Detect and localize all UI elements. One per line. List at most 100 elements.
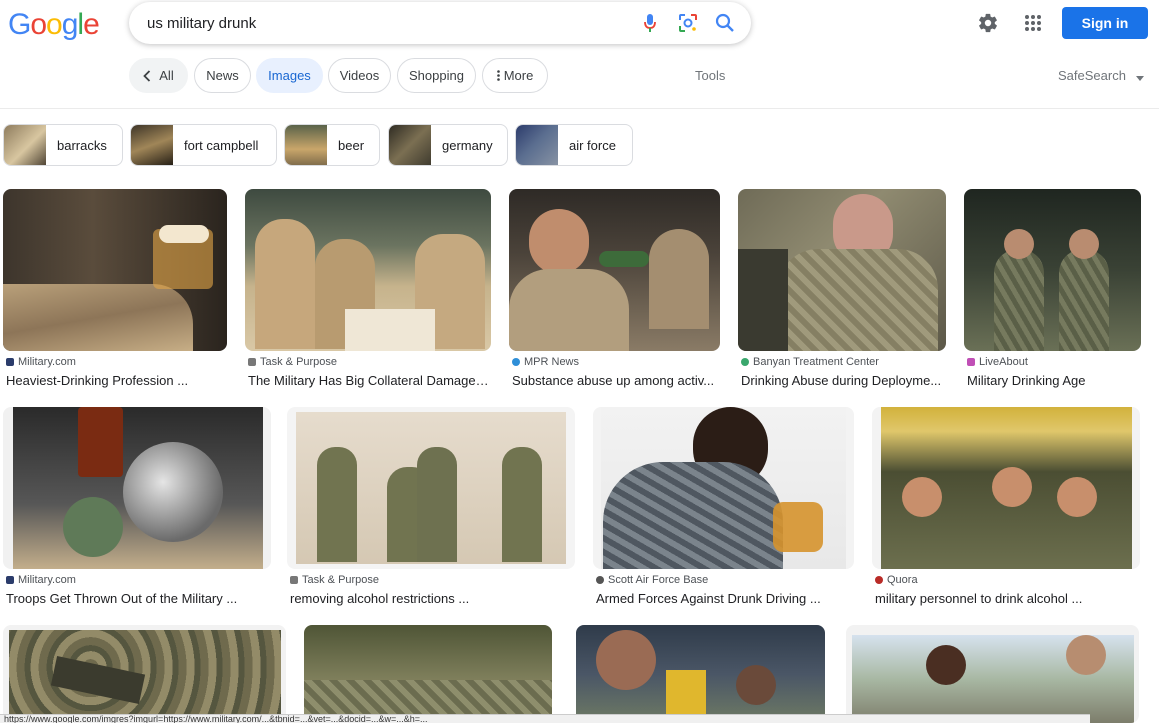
chip-air-force[interactable]: air force bbox=[515, 124, 633, 166]
chip-thumbnail bbox=[389, 125, 431, 165]
site-favicon-icon bbox=[596, 576, 604, 584]
sign-in-button[interactable]: Sign in bbox=[1062, 7, 1148, 39]
result-title: Armed Forces Against Drunk Driving ... bbox=[596, 591, 821, 606]
result-thumbnail bbox=[3, 407, 271, 569]
tab-news[interactable]: News bbox=[194, 58, 251, 93]
result-source: Task & Purpose bbox=[290, 574, 379, 586]
chip-label: air force bbox=[569, 137, 616, 153]
result-thumbnail bbox=[3, 625, 286, 723]
result-thumbnail bbox=[304, 625, 552, 723]
safesearch-label: SafeSearch bbox=[1058, 68, 1126, 83]
tab-all[interactable]: All bbox=[129, 58, 188, 93]
result-thumbnail bbox=[245, 189, 491, 351]
result-source: LiveAbout bbox=[967, 356, 1028, 368]
image-result[interactable] bbox=[846, 625, 1139, 723]
site-favicon-icon bbox=[290, 576, 298, 584]
mic-icon[interactable] bbox=[639, 12, 661, 34]
result-source: MPR News bbox=[512, 356, 579, 368]
result-thumbnail bbox=[3, 189, 227, 351]
image-result[interactable]: Military.com Heaviest-Drinking Professio… bbox=[3, 189, 227, 389]
source-name: Task & Purpose bbox=[302, 574, 380, 586]
result-source: Task & Purpose bbox=[248, 356, 337, 368]
site-favicon-icon bbox=[248, 358, 256, 366]
chip-thumbnail bbox=[516, 125, 558, 165]
settings-gear-icon[interactable] bbox=[975, 10, 1001, 36]
safesearch-button[interactable]: SafeSearch bbox=[1058, 68, 1144, 84]
result-title: Substance abuse up among activ... bbox=[512, 373, 715, 388]
result-source: Military.com bbox=[6, 356, 76, 368]
source-name: Military.com bbox=[18, 356, 76, 368]
image-result[interactable]: Task & Purpose removing alcohol restrict… bbox=[287, 407, 575, 607]
site-favicon-icon bbox=[967, 358, 975, 366]
tools-button[interactable]: Tools bbox=[695, 68, 725, 83]
result-thumbnail bbox=[576, 625, 825, 723]
search-icon[interactable] bbox=[714, 12, 736, 34]
source-name: Quora bbox=[887, 574, 918, 586]
source-name: Banyan Treatment Center bbox=[753, 356, 879, 368]
chip-thumbnail bbox=[285, 125, 327, 165]
more-vert-icon bbox=[496, 70, 500, 81]
site-favicon-icon bbox=[875, 576, 883, 584]
result-title: Heaviest-Drinking Profession ... bbox=[6, 373, 189, 388]
tab-label: Videos bbox=[339, 68, 380, 83]
chip-label: beer bbox=[338, 137, 365, 153]
result-source: Banyan Treatment Center bbox=[741, 356, 879, 368]
result-source: Quora bbox=[875, 574, 918, 586]
chip-label: barracks bbox=[57, 137, 107, 153]
image-result[interactable] bbox=[576, 625, 825, 723]
image-result[interactable] bbox=[3, 625, 286, 723]
tab-label: Shopping bbox=[409, 68, 464, 83]
search-box bbox=[129, 2, 751, 44]
result-thumbnail bbox=[287, 407, 575, 569]
apps-grid-icon[interactable] bbox=[1020, 10, 1046, 36]
result-thumbnail bbox=[964, 189, 1141, 351]
site-favicon-icon bbox=[512, 358, 520, 366]
header-divider bbox=[0, 108, 1159, 109]
result-thumbnail bbox=[872, 407, 1140, 569]
chip-germany[interactable]: germany bbox=[388, 124, 508, 166]
search-input[interactable] bbox=[147, 12, 627, 34]
tab-more[interactable]: More bbox=[482, 58, 548, 93]
tab-shopping[interactable]: Shopping bbox=[397, 58, 476, 93]
result-source: Scott Air Force Base bbox=[596, 574, 708, 586]
chip-thumbnail bbox=[4, 125, 46, 165]
source-name: MPR News bbox=[524, 356, 580, 368]
image-result[interactable]: Banyan Treatment Center Drinking Abuse d… bbox=[738, 189, 946, 389]
result-thumbnail bbox=[593, 407, 854, 569]
site-favicon-icon bbox=[6, 358, 14, 366]
image-result[interactable]: Task & Purpose The Military Has Big Coll… bbox=[245, 189, 491, 389]
chip-beer[interactable]: beer bbox=[284, 124, 380, 166]
image-result[interactable] bbox=[304, 625, 552, 723]
chip-thumbnail bbox=[131, 125, 173, 165]
result-title: removing alcohol restrictions ... bbox=[290, 591, 470, 606]
result-title: Drinking Abuse during Deployme... bbox=[741, 373, 942, 388]
image-result[interactable]: Quora military personnel to drink alcoho… bbox=[872, 407, 1140, 607]
tab-label: All bbox=[159, 68, 174, 83]
chip-barracks[interactable]: barracks bbox=[3, 124, 123, 166]
chip-fort-campbell[interactable]: fort campbell bbox=[130, 124, 277, 166]
source-name: LiveAbout bbox=[979, 356, 1028, 368]
image-result[interactable]: MPR News Substance abuse up among activ.… bbox=[509, 189, 720, 389]
source-name: Task & Purpose bbox=[260, 356, 338, 368]
result-thumbnail bbox=[738, 189, 946, 351]
chevron-left-icon bbox=[143, 69, 151, 82]
tab-label: Images bbox=[268, 68, 311, 83]
image-result[interactable]: LiveAbout Military Drinking Age bbox=[964, 189, 1141, 389]
tab-label: More bbox=[503, 68, 534, 83]
tab-images[interactable]: Images bbox=[256, 58, 323, 93]
chip-label: germany bbox=[442, 137, 493, 153]
site-favicon-icon bbox=[6, 576, 14, 584]
image-result[interactable]: Scott Air Force Base Armed Forces Agains… bbox=[593, 407, 854, 607]
caret-down-icon bbox=[1135, 69, 1144, 84]
tab-videos[interactable]: Videos bbox=[328, 58, 391, 93]
google-logo[interactable]: Google bbox=[8, 8, 100, 42]
image-result[interactable]: Military.com Troops Get Thrown Out of th… bbox=[3, 407, 271, 607]
result-thumbnail bbox=[846, 625, 1139, 723]
site-favicon-icon bbox=[741, 358, 749, 366]
status-bar-url: https://www.google.com/imgres?imgurl=htt… bbox=[0, 714, 1090, 723]
result-title: military personnel to drink alcohol ... bbox=[875, 591, 1083, 606]
source-name: Scott Air Force Base bbox=[608, 574, 709, 586]
lens-icon[interactable] bbox=[677, 12, 699, 34]
result-thumbnail bbox=[509, 189, 720, 351]
result-source: Military.com bbox=[6, 574, 76, 586]
